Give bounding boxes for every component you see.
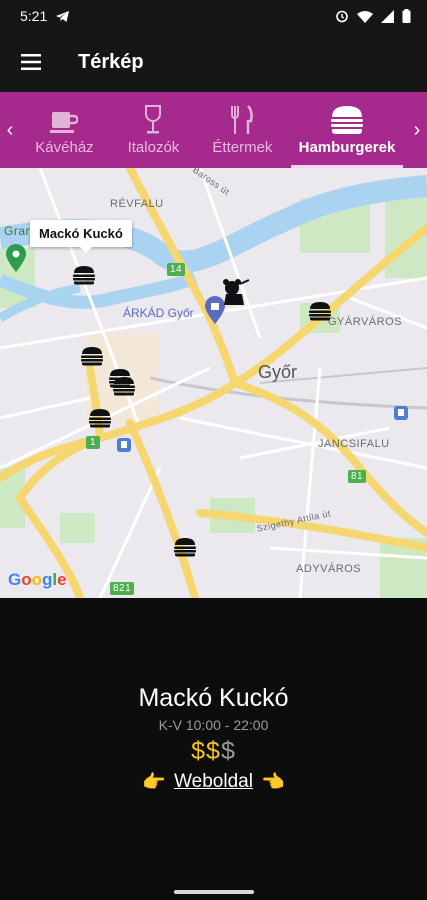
tab-ettermek[interactable]: Éttermek bbox=[198, 92, 287, 168]
price-symbol: $ bbox=[191, 737, 207, 765]
tab-kavehaz[interactable]: Kávéház bbox=[20, 92, 109, 168]
map-label-revfalu: RÉVFALU bbox=[110, 198, 164, 210]
alarm-icon bbox=[336, 10, 348, 23]
battery-icon bbox=[402, 9, 411, 23]
bear-mascot-marker-icon[interactable] bbox=[220, 278, 250, 306]
price-symbol: $ bbox=[206, 737, 221, 765]
map-label-adyvaros: ADYVÁROS bbox=[296, 563, 362, 575]
map-info-callout[interactable]: Mackó Kuckó bbox=[30, 220, 132, 253]
burger-marker-icon[interactable] bbox=[72, 265, 96, 285]
website-row: 👉 Weboldal 👈 bbox=[142, 770, 284, 794]
burger-marker-icon[interactable] bbox=[173, 537, 197, 557]
burger-marker-icon[interactable] bbox=[88, 408, 112, 428]
cell-signal-icon bbox=[381, 9, 394, 23]
coffee-cup-icon bbox=[50, 112, 79, 133]
website-link[interactable]: Weboldal bbox=[174, 771, 253, 793]
transit-station-icon bbox=[394, 406, 408, 420]
tabs-scroll-left-icon[interactable]: ‹ bbox=[0, 92, 20, 168]
map-label-gyarvaros: GYÁRVÁROS bbox=[328, 316, 402, 328]
tab-label: Italozók bbox=[127, 139, 180, 156]
hamburger-menu-icon bbox=[21, 54, 41, 70]
status-time: 5:21 bbox=[20, 8, 48, 24]
road-shield-14: 14 bbox=[167, 263, 186, 276]
google-logo: Google bbox=[8, 570, 67, 589]
map-label-gyor: Győr bbox=[258, 362, 298, 382]
pointing-left-hand-icon: 👈 bbox=[260, 772, 285, 793]
burger-marker-icon[interactable] bbox=[308, 301, 332, 321]
tab-hamburgerek[interactable]: Hamburgerek bbox=[287, 92, 407, 168]
green-place-pin-icon bbox=[6, 244, 26, 272]
map-view[interactable]: RÉVFALU Grand ÁRKÁD Győr Győr GYÁRVÁROS … bbox=[0, 168, 427, 598]
place-hours: K-V 10:00 - 22:00 bbox=[158, 717, 269, 733]
category-tabs: ‹ Kávéház Italozók Éttermek Hamburgerek … bbox=[0, 92, 427, 168]
place-detail-panel: Mackó Kuckó K-V 10:00 - 22:00 $$$ 👉 Webo… bbox=[0, 598, 427, 900]
map-label-arkad: ÁRKÁD Győr bbox=[123, 306, 194, 320]
status-bar: 5:21 bbox=[0, 0, 427, 32]
home-indicator[interactable] bbox=[174, 890, 254, 894]
price-symbol: $ bbox=[220, 737, 236, 765]
tab-label: Kávéház bbox=[35, 139, 94, 156]
burger-marker-icon[interactable] bbox=[112, 376, 136, 396]
transit-station-icon bbox=[117, 438, 131, 452]
wifi-icon bbox=[357, 10, 373, 23]
road-shield-1: 1 bbox=[86, 436, 101, 449]
place-name: Mackó Kuckó bbox=[138, 684, 289, 712]
fork-knife-icon bbox=[231, 105, 254, 134]
app-bar: Térkép bbox=[0, 32, 427, 92]
wine-glass-icon bbox=[145, 105, 162, 134]
road-shield-81: 81 bbox=[348, 470, 367, 483]
price-level: $$$ bbox=[191, 737, 236, 766]
tab-italozok[interactable]: Italozók bbox=[109, 92, 198, 168]
road-shield-821: 821 bbox=[110, 582, 135, 595]
map-label-jancsifalu: JANCSIFALU bbox=[318, 438, 390, 450]
tab-label: Éttermek bbox=[212, 139, 273, 156]
burger-marker-icon[interactable] bbox=[80, 346, 104, 366]
menu-button[interactable] bbox=[0, 32, 62, 92]
telegram-icon bbox=[56, 10, 70, 22]
tab-label: Hamburgerek bbox=[298, 139, 396, 156]
tabs-scroll-right-icon[interactable]: › bbox=[407, 92, 427, 168]
page-title: Térkép bbox=[78, 50, 144, 73]
pointing-right-hand-icon: 👉 bbox=[142, 772, 167, 793]
burger-icon bbox=[330, 106, 363, 134]
